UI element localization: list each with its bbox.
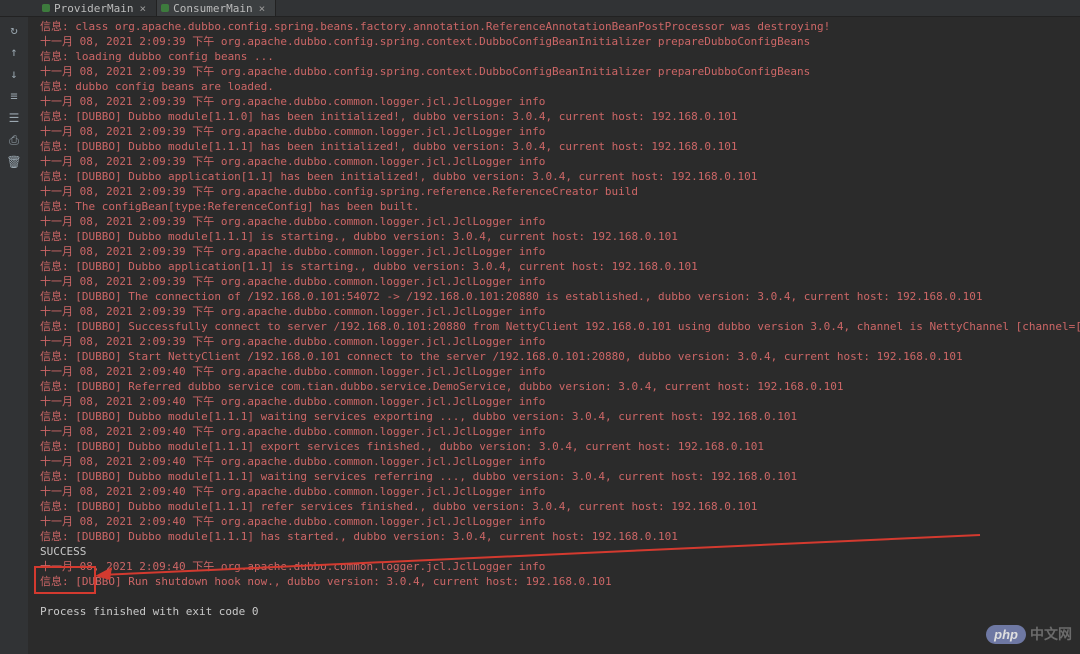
watermark-cn: 中文网 — [1030, 624, 1072, 644]
ide-root: ProviderMain × ConsumerMain × ↻ ↑ ↓ ≡ ☰ … — [0, 0, 1080, 654]
annotation-arrow — [0, 0, 1080, 654]
watermark-badge: php 中文网 — [986, 624, 1072, 644]
watermark-php: php — [986, 625, 1026, 644]
